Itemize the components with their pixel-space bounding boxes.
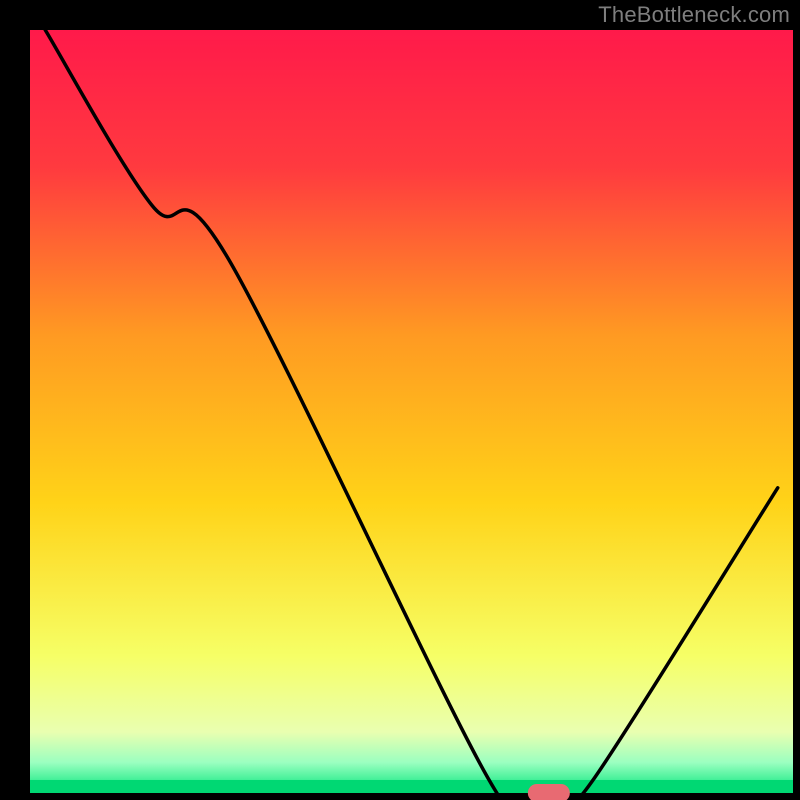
bottleneck-chart: [0, 0, 800, 800]
chart-baseline-band: [30, 780, 793, 793]
optimal-point-marker: [528, 784, 570, 800]
chart-gradient-bg: [30, 30, 793, 793]
watermark-text: TheBottleneck.com: [598, 2, 790, 28]
chart-container: TheBottleneck.com: [0, 0, 800, 800]
